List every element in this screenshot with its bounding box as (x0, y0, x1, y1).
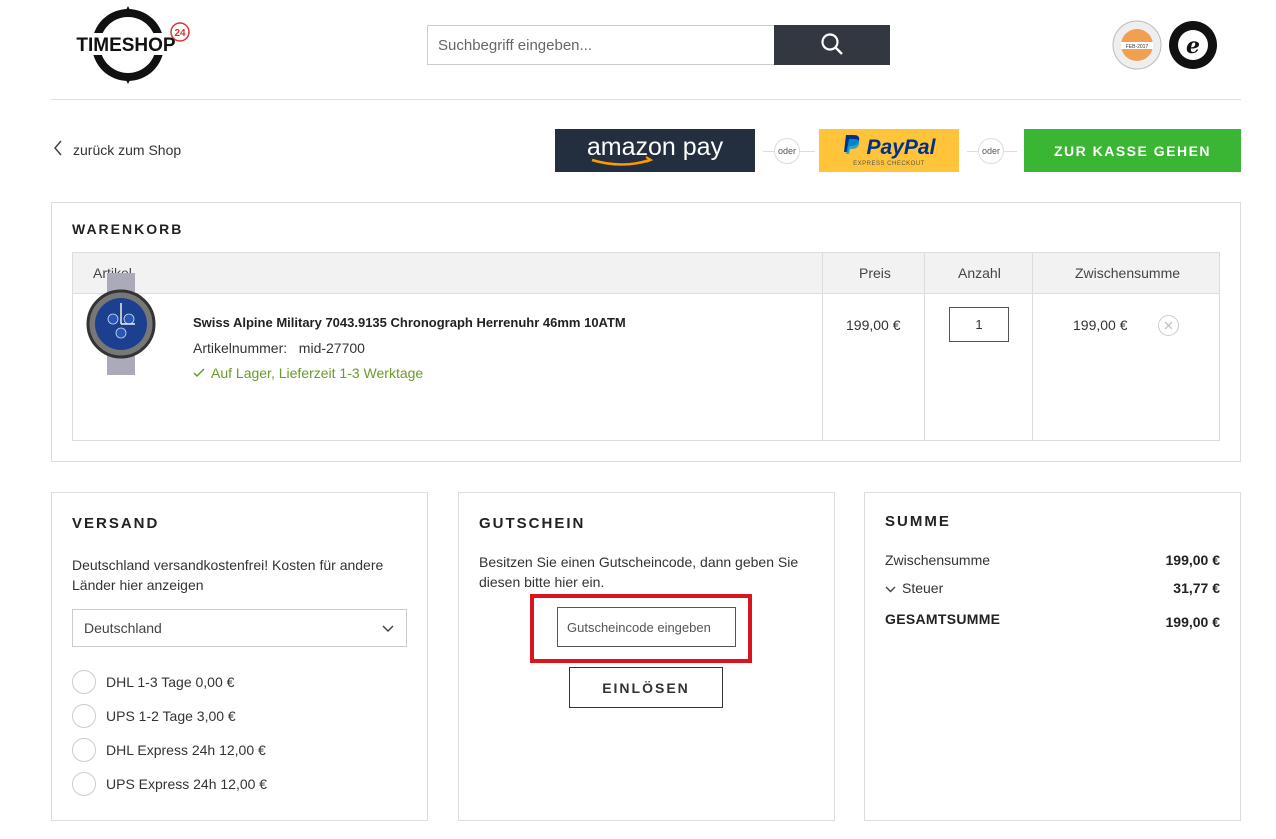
summary-subtotal-label: Zwischensumme (885, 552, 991, 568)
radio-button[interactable] (72, 772, 96, 796)
cart-table: Artikel Preis Anzahl Zwischensumme (72, 252, 1220, 441)
quantity-input[interactable] (949, 307, 1009, 342)
summary-tax-row[interactable]: Steuer 31,77 € (885, 580, 1220, 596)
summary-total-value: 199,00 € (1165, 614, 1221, 630)
back-to-shop-link[interactable]: zurück zum Shop (53, 140, 181, 159)
column-header-quantity: Anzahl (958, 265, 1001, 281)
shipping-option-label: UPS 1-2 Tage 3,00 € (106, 708, 236, 724)
stock-status: Auf Lager, Lieferzeit 1-3 Werktage (193, 365, 423, 381)
stock-status-label: Auf Lager, Lieferzeit 1-3 Werktage (211, 365, 424, 381)
product-name[interactable]: Swiss Alpine Military 7043.9135 Chronogr… (193, 315, 626, 330)
checkout-button[interactable]: ZUR KASSE GEHEN (1024, 129, 1241, 172)
item-subtotal: 199,00 € (1073, 317, 1128, 333)
shipping-info-text: Deutschland versandkostenfrei! Kosten fü… (72, 557, 384, 593)
header-divider (51, 99, 1241, 100)
summary-total-row: GESAMTSUMME 199,00 € (885, 611, 1220, 630)
coupon-title: GUTSCHEIN (479, 515, 586, 532)
cart-title: WARENKORB (72, 221, 184, 237)
summary-total-label: GESAMTSUMME (885, 611, 1001, 627)
radio-button[interactable] (72, 738, 96, 762)
back-link-label: zurück zum Shop (73, 141, 182, 158)
product-image[interactable] (85, 273, 157, 375)
trust-badges: FEB-2017 e (1112, 20, 1218, 70)
summary-tax-value: 31,77 € (1173, 580, 1220, 596)
paypal-icon (843, 134, 861, 161)
summary-subtotal-row: Zwischensumme 199,00 € (885, 552, 1220, 568)
column-header-price: Preis (859, 265, 891, 281)
chevron-left-icon (53, 140, 63, 159)
shipping-option-label: DHL 1-3 Tage 0,00 € (106, 674, 235, 690)
summary-subtotal-value: 199,00 € (1165, 552, 1221, 568)
coupon-info-text: Besitzen Sie einen Gutscheincode, dann g… (479, 554, 799, 590)
shipping-panel: VERSAND Deutschland versandkostenfrei! K… (51, 492, 428, 821)
amazon-pay-label: amazon pay (587, 133, 724, 161)
paypal-sublabel: EXPRESS CHECKOUT (853, 161, 925, 167)
chevron-down-icon (382, 620, 394, 636)
search-button[interactable] (774, 25, 890, 65)
or-separator: oder (774, 138, 800, 164)
summary-tax-label: Steuer (902, 580, 944, 596)
summary-panel: SUMME Zwischensumme 199,00 € Steuer 31,7… (864, 492, 1241, 821)
column-header-subtotal: Zwischensumme (1075, 265, 1181, 281)
coupon-code-input[interactable] (557, 607, 736, 647)
country-select[interactable]: Deutschland (72, 609, 407, 647)
shipping-option-dhl-express[interactable]: DHL Express 24h 12,00 € (72, 738, 266, 762)
shipping-option-ups[interactable]: UPS 1-2 Tage 3,00 € (72, 704, 236, 728)
shipping-option-label: DHL Express 24h 12,00 € (106, 742, 266, 758)
search-icon (820, 32, 844, 59)
trusted-shops-badge[interactable]: e (1168, 20, 1218, 70)
seal-text: FEB-2017 (1126, 44, 1149, 50)
logo-text: TIMESHOP (76, 35, 176, 56)
or-separator: oder (978, 138, 1004, 164)
paypal-express-button[interactable]: PayPal EXPRESS CHECKOUT (819, 129, 959, 172)
certificate-seal[interactable]: FEB-2017 (1112, 20, 1162, 70)
shipping-title: VERSAND (72, 515, 160, 532)
cart-panel: WARENKORB Artikel Preis Anzahl Zwischens… (51, 202, 1241, 462)
remove-item-button[interactable] (1158, 315, 1179, 336)
svg-text:e: e (1186, 33, 1200, 59)
redeem-coupon-button[interactable]: EINLÖSEN (569, 667, 723, 708)
column-divider (822, 253, 823, 440)
amazon-pay-button[interactable]: amazon pay (555, 129, 755, 172)
logo-badge: 24 (174, 28, 186, 39)
search-bar (427, 25, 890, 65)
cart-table-header: Artikel Preis Anzahl Zwischensumme (73, 253, 1219, 294)
radio-button[interactable] (72, 704, 96, 728)
country-select-value: Deutschland (84, 620, 162, 636)
search-input[interactable] (427, 25, 774, 65)
summary-title: SUMME (885, 513, 951, 530)
checkmark-icon (193, 365, 205, 381)
paypal-label: PayPal (866, 135, 936, 159)
tax-toggle[interactable]: Steuer (885, 580, 943, 596)
radio-button[interactable] (72, 670, 96, 694)
column-divider (924, 253, 925, 440)
shipping-option-ups-express[interactable]: UPS Express 24h 12,00 € (72, 772, 267, 796)
column-divider (1032, 253, 1033, 440)
timeshop-logo[interactable]: TIMESHOP 24 (74, 6, 194, 84)
close-icon (1164, 317, 1173, 335)
coupon-panel: GUTSCHEIN Besitzen Sie einen Gutscheinco… (458, 492, 835, 821)
shipping-option-label: UPS Express 24h 12,00 € (106, 776, 268, 792)
shipping-option-dhl[interactable]: DHL 1-3 Tage 0,00 € (72, 670, 234, 694)
product-sku: Artikelnummer: mid-27700 (193, 340, 365, 356)
item-price: 199,00 € (846, 317, 901, 333)
chevron-down-icon (885, 580, 896, 596)
